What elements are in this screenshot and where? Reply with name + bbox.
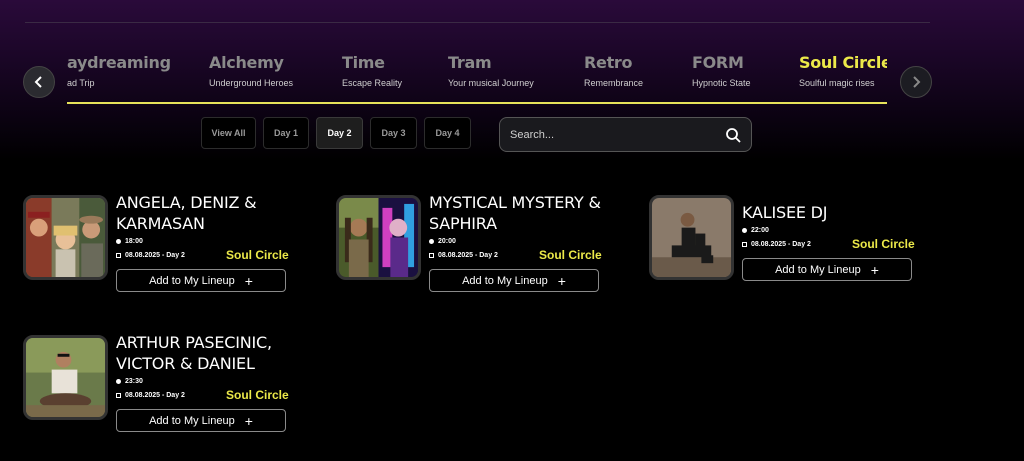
add-label: Add to My Lineup — [149, 414, 235, 427]
add-to-lineup-button[interactable]: Add to My Lineup + — [742, 258, 912, 281]
stage-label[interactable]: Soul Circle — [539, 248, 602, 262]
day-filter-day-1[interactable]: Day 1 — [263, 117, 309, 149]
artist-card: KALISEE DJ 22:00 08.08.2025 - Day 2 Soul… — [649, 195, 929, 305]
stage-carousel: aydreaming ad Trip Alchemy Underground H… — [67, 50, 887, 105]
artist-photo[interactable] — [23, 195, 108, 280]
artist-name: KALISEE DJ — [742, 203, 828, 222]
add-to-lineup-button[interactable]: Add to My Lineup + — [429, 269, 599, 292]
search-icon[interactable] — [725, 127, 741, 143]
set-time: 20:00 — [429, 238, 456, 245]
artist-name: MYSTICAL MYSTERY & SAPHIRA — [429, 193, 601, 233]
clock-icon — [116, 379, 121, 384]
set-time-value: 20:00 — [438, 238, 456, 245]
add-to-lineup-button[interactable]: Add to My Lineup + — [116, 269, 286, 292]
stage-subtitle: Your musical Journey — [448, 78, 534, 88]
set-date: 08.08.2025 - Day 2 — [429, 252, 498, 259]
header-divider — [25, 22, 930, 23]
stage-label[interactable]: Soul Circle — [226, 388, 289, 402]
day-filter-day-4[interactable]: Day 4 — [424, 117, 471, 149]
stage-tab-retro[interactable]: Retro Remembrance — [584, 53, 643, 88]
set-date: 08.08.2025 - Day 2 — [742, 241, 811, 248]
stage-tab-tram[interactable]: Tram Your musical Journey — [448, 53, 534, 88]
artist-photo[interactable] — [336, 195, 421, 280]
day-filter-day-2[interactable]: Day 2 — [316, 117, 363, 149]
set-date-value: 08.08.2025 - Day 2 — [125, 252, 185, 259]
stage-subtitle: ad Trip — [67, 78, 95, 88]
stage-tab-daydreaming[interactable]: aydreaming ad Trip — [67, 53, 171, 88]
set-time: 23:30 — [116, 378, 143, 385]
set-time: 18:00 — [116, 238, 143, 245]
calendar-icon — [116, 253, 121, 258]
stage-name: Soul Circle — [799, 53, 887, 72]
artist-photo[interactable] — [23, 335, 108, 420]
set-date-value: 08.08.2025 - Day 2 — [125, 392, 185, 399]
artist-card: ARTHUR PASECINIC, VICTOR & DANIEL 23:30 … — [23, 333, 303, 445]
stage-subtitle: Hypnotic State — [692, 78, 751, 88]
set-date-value: 08.08.2025 - Day 2 — [751, 241, 811, 248]
stage-name: Tram — [448, 53, 492, 72]
calendar-icon — [742, 242, 747, 247]
plus-icon: + — [870, 261, 879, 278]
stage-tab-form[interactable]: FORM Hypnotic State — [692, 53, 751, 88]
stage-name: Alchemy — [209, 53, 284, 72]
stage-subtitle: Soulful magic rises — [799, 78, 875, 88]
stage-name: Retro — [584, 53, 633, 72]
stage-subtitle: Remembrance — [584, 78, 644, 88]
stage-label[interactable]: Soul Circle — [852, 237, 915, 251]
chevron-right-icon — [913, 76, 921, 88]
day-filter-day-3[interactable]: Day 3 — [370, 117, 417, 149]
plus-icon: + — [244, 412, 253, 429]
stage-tab-time[interactable]: Time Escape Reality — [342, 53, 402, 88]
stage-tab-soul-circle[interactable]: Soul Circle Soulful magic rises — [799, 53, 887, 88]
add-to-lineup-button[interactable]: Add to My Lineup + — [116, 409, 286, 432]
plus-icon: + — [557, 272, 566, 289]
stage-prev-button[interactable] — [23, 66, 55, 98]
plus-icon: + — [244, 272, 253, 289]
artist-name: ANGELA, DENIZ & KARMASAN — [116, 193, 257, 233]
search-box — [499, 117, 752, 152]
stage-subtitle: Underground Heroes — [209, 78, 294, 88]
set-date-value: 08.08.2025 - Day 2 — [438, 252, 498, 259]
artist-name: ARTHUR PASECINIC, VICTOR & DANIEL — [116, 333, 272, 373]
calendar-icon — [429, 253, 434, 258]
stage-subtitle: Escape Reality — [342, 78, 403, 88]
search-input[interactable] — [510, 128, 725, 141]
add-label: Add to My Lineup — [462, 274, 548, 287]
artist-card: ANGELA, DENIZ & KARMASAN 18:00 08.08.202… — [23, 193, 303, 305]
clock-icon — [429, 239, 434, 244]
set-date: 08.08.2025 - Day 2 — [116, 392, 185, 399]
set-time: 22:00 — [742, 227, 769, 234]
chevron-left-icon — [34, 76, 42, 88]
calendar-icon — [116, 393, 121, 398]
clock-icon — [116, 239, 121, 244]
stage-next-button[interactable] — [900, 66, 932, 98]
set-time-value: 23:30 — [125, 378, 143, 385]
stage-name: Time — [342, 53, 385, 72]
artist-card: MYSTICAL MYSTERY & SAPHIRA 20:00 08.08.2… — [336, 193, 616, 305]
stage-tab-alchemy[interactable]: Alchemy Underground Heroes — [209, 53, 293, 88]
stage-label[interactable]: Soul Circle — [226, 248, 289, 262]
set-time-value: 18:00 — [125, 238, 143, 245]
active-stage-underline — [67, 102, 887, 104]
stage-name: aydreaming — [67, 53, 171, 72]
set-date: 08.08.2025 - Day 2 — [116, 252, 185, 259]
clock-icon — [742, 228, 747, 233]
add-label: Add to My Lineup — [775, 263, 861, 276]
add-label: Add to My Lineup — [149, 274, 235, 287]
day-filter-view-all[interactable]: View All — [201, 117, 256, 149]
artist-photo[interactable] — [649, 195, 734, 280]
set-time-value: 22:00 — [751, 227, 769, 234]
stage-name: FORM — [692, 53, 744, 72]
